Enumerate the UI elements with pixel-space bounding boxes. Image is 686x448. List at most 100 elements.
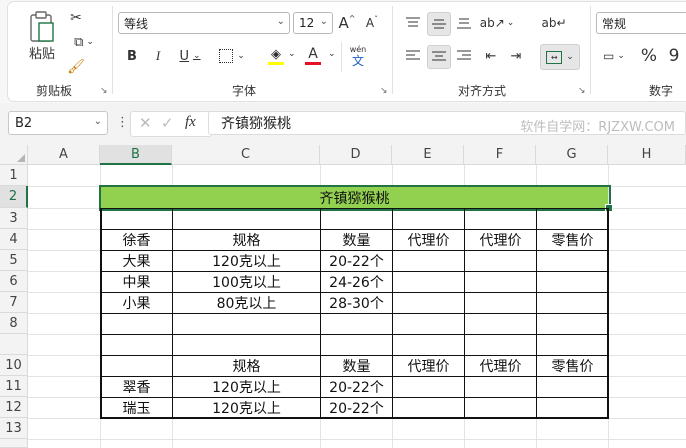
- row-header-10-visible[interactable]: 10: [0, 355, 28, 376]
- column-header-a[interactable]: A: [28, 145, 100, 165]
- orientation-button[interactable]: ab↗ ⌄: [480, 12, 515, 34]
- dialog-launcher-icon[interactable]: ↘: [100, 86, 108, 96]
- column-header-h[interactable]: H: [608, 145, 686, 165]
- cell-e4[interactable]: 代理价: [393, 229, 464, 250]
- align-bottom-button[interactable]: [453, 12, 475, 34]
- more-options-icon[interactable]: ⋮: [116, 115, 129, 130]
- dialog-launcher-icon[interactable]: ↘: [380, 86, 388, 96]
- cell-text: 120克以上: [212, 379, 281, 396]
- row-header-12[interactable]: 12: [0, 397, 28, 418]
- cell-text: 零售价: [551, 232, 594, 249]
- column-header-g[interactable]: G: [536, 145, 608, 165]
- worksheet-grid[interactable]: A B C D E F G H 1 2 3 4 5 6 7 8 11 12 13…: [0, 145, 686, 448]
- cell-f10[interactable]: 代理价: [465, 355, 536, 376]
- cell-b5[interactable]: 大果: [101, 250, 172, 271]
- align-left-button[interactable]: [402, 45, 424, 67]
- cell-d5[interactable]: 20-22个: [321, 250, 392, 271]
- formula-input[interactable]: 齐镇猕猴桃 软件自学网：RJZXW.COM: [208, 111, 686, 135]
- cell-b7[interactable]: 小果: [101, 292, 172, 313]
- underline-button[interactable]: U ⌄: [174, 46, 206, 66]
- cell-d4[interactable]: 数量: [321, 229, 392, 250]
- cell-f4[interactable]: 代理价: [465, 229, 536, 250]
- column-header-f[interactable]: F: [464, 145, 536, 165]
- insert-function-icon[interactable]: fx: [185, 114, 196, 131]
- italic-button[interactable]: I: [148, 46, 168, 66]
- table-border: [100, 417, 609, 419]
- table-border: [100, 229, 609, 230]
- merge-center-button[interactable]: ↔ ⌄: [540, 44, 580, 70]
- select-all-corner[interactable]: [0, 145, 28, 165]
- paste-button[interactable]: 粘贴: [24, 8, 60, 64]
- row-header-3[interactable]: 3: [0, 208, 28, 229]
- percent-style-button[interactable]: %: [638, 45, 660, 67]
- decrease-indent-button[interactable]: ⇤: [480, 45, 502, 67]
- cell-c4[interactable]: 规格: [173, 229, 320, 250]
- cell-c7[interactable]: 80克以上: [173, 292, 320, 313]
- gridline: [28, 208, 100, 209]
- number-format-combobox[interactable]: 常规: [596, 12, 686, 34]
- cell-c11[interactable]: 120克以上: [173, 376, 320, 397]
- cell-b11[interactable]: 翠香: [101, 376, 172, 397]
- column-header-e[interactable]: E: [392, 145, 464, 165]
- row-header-8[interactable]: 8: [0, 313, 28, 334]
- cell-g4[interactable]: 零售价: [537, 229, 608, 250]
- align-middle-button[interactable]: [427, 12, 451, 36]
- cell-b6[interactable]: 中果: [101, 271, 172, 292]
- font-name-combobox[interactable]: 等线 ⌄: [118, 12, 290, 34]
- row-header-11[interactable]: 11: [0, 376, 28, 397]
- cut-button[interactable]: ✂: [66, 8, 86, 28]
- cell-c5[interactable]: 120克以上: [173, 250, 320, 271]
- cell-d10[interactable]: 数量: [321, 355, 392, 376]
- row-header-4[interactable]: 4: [0, 229, 28, 250]
- format-painter-button[interactable]: 🖌: [66, 57, 86, 77]
- row-header-14[interactable]: 14: [0, 439, 28, 448]
- cell-text: 20-22个: [329, 253, 384, 270]
- row-header-5[interactable]: 5: [0, 250, 28, 271]
- font-size-combobox[interactable]: 12 ⌄: [293, 12, 333, 34]
- cell-d11[interactable]: 20-22个: [321, 376, 392, 397]
- row-header-6[interactable]: 6: [0, 271, 28, 292]
- wrap-text-button[interactable]: ab↵: [541, 12, 566, 34]
- font-color-button[interactable]: A: [302, 44, 324, 68]
- align-top-button[interactable]: [402, 12, 424, 34]
- phonetic-top: wén: [349, 44, 367, 54]
- column-header-d[interactable]: D: [320, 145, 392, 165]
- align-right-button[interactable]: [453, 45, 475, 67]
- shrink-font-button[interactable]: Aˇ: [362, 13, 382, 33]
- row-header-7[interactable]: 7: [0, 292, 28, 313]
- grow-font-button[interactable]: A ^: [337, 13, 357, 33]
- bold-button[interactable]: B: [122, 46, 142, 66]
- cell-c6[interactable]: 100克以上: [173, 271, 320, 292]
- chevron-down-icon: ⌄: [319, 16, 328, 27]
- cell-d12[interactable]: 20-22个: [321, 397, 392, 418]
- row-header-1[interactable]: 1: [0, 165, 28, 186]
- chevron-down-icon[interactable]: ⌄: [288, 49, 296, 59]
- copy-button[interactable]: ⧉ ⌄: [66, 32, 102, 52]
- chevron-down-icon[interactable]: ⌄: [328, 49, 336, 59]
- increase-indent-button[interactable]: ⇥: [505, 45, 527, 67]
- name-box[interactable]: B2 ⌄: [8, 111, 108, 135]
- row-header-2[interactable]: 2: [0, 186, 28, 208]
- cell-b4[interactable]: 徐香: [101, 229, 172, 250]
- cell-d7[interactable]: 28-30个: [321, 292, 392, 313]
- accounting-format-button[interactable]: ▭ ⌄: [598, 45, 630, 67]
- comma-style-button[interactable]: 9: [664, 45, 684, 67]
- cell-e10[interactable]: 代理价: [393, 355, 464, 376]
- cell-b12[interactable]: 瑞玉: [101, 397, 172, 418]
- dialog-launcher-icon[interactable]: ↘: [578, 86, 586, 96]
- cell-g10[interactable]: 零售价: [537, 355, 608, 376]
- borders-button[interactable]: ⌄: [216, 46, 248, 66]
- currency-icon: ▭: [603, 49, 615, 63]
- cell-d6[interactable]: 24-26个: [321, 271, 392, 292]
- column-header-b[interactable]: B: [100, 145, 172, 165]
- cell-c12[interactable]: 120克以上: [173, 397, 320, 418]
- row-label: 10: [5, 357, 22, 373]
- cancel-icon[interactable]: ✕: [139, 114, 152, 132]
- phonetic-guide-button[interactable]: wén 文: [346, 42, 370, 70]
- cell-c10[interactable]: 规格: [173, 355, 320, 376]
- row-header-13[interactable]: 13: [0, 418, 28, 439]
- align-center-button[interactable]: [427, 45, 451, 69]
- divider: [590, 6, 591, 94]
- column-header-c[interactable]: C: [172, 145, 320, 165]
- enter-icon[interactable]: ✓: [161, 114, 174, 132]
